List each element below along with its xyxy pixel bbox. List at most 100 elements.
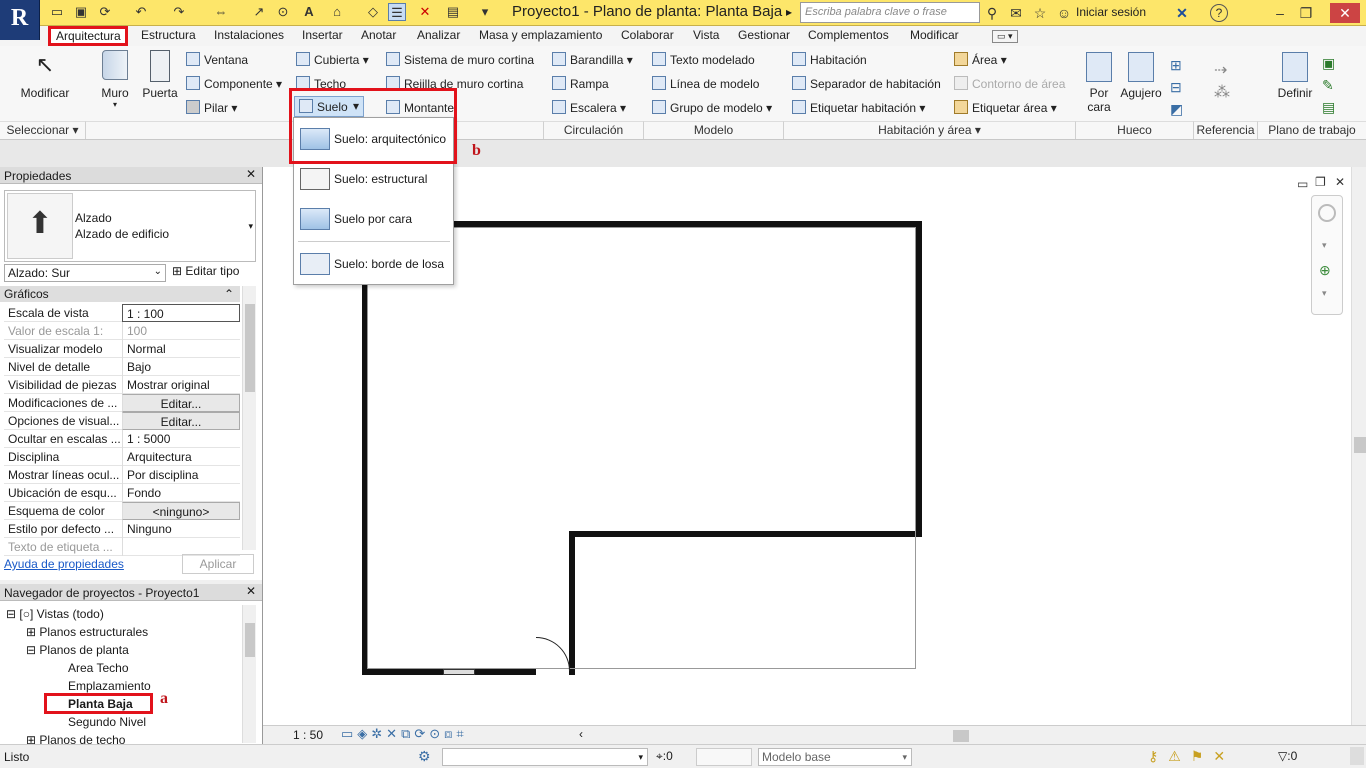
type-selector[interactable]: ⬆ Alzado Alzado de edificio ▾ bbox=[4, 190, 256, 262]
property-row[interactable]: Valor de escala 1: 100 bbox=[4, 322, 240, 340]
reference-tools-icons[interactable]: ⇢ ⁂ bbox=[1214, 60, 1230, 104]
properties-help-link[interactable]: Ayuda de propiedades bbox=[4, 557, 124, 571]
undo-icon[interactable]: ↶ bbox=[132, 3, 150, 21]
wall-right[interactable] bbox=[916, 221, 922, 537]
tag-room-button[interactable]: Etiquetar habitación ▾ bbox=[792, 100, 925, 115]
property-value[interactable]: Ninguno bbox=[122, 520, 240, 538]
search-expand-icon[interactable]: ▸ bbox=[786, 5, 792, 19]
tab-vista[interactable]: Vista bbox=[693, 28, 719, 42]
star-icon[interactable]: ☆ bbox=[1030, 3, 1050, 23]
design-option-select[interactable]: Modelo base ▾ bbox=[758, 748, 912, 766]
tree-node-structural-plans[interactable]: ⊞ Planos estructurales bbox=[26, 625, 148, 639]
binoculars-icon[interactable]: ⚲ bbox=[982, 3, 1002, 23]
model-group-button[interactable]: Grupo de modelo ▾ bbox=[652, 100, 772, 115]
qat-dropdown-icon[interactable]: ▾ bbox=[476, 3, 494, 21]
scroll-left-icon[interactable]: ‹ bbox=[579, 727, 583, 741]
application-menu-button[interactable]: R bbox=[0, 0, 40, 40]
tab-modificar[interactable]: Modificar bbox=[910, 28, 959, 42]
wall-dropdown-icon[interactable]: ▾ bbox=[96, 100, 134, 109]
collapse-node-icon[interactable]: ⊟ bbox=[26, 643, 36, 657]
tree-item-area-techo[interactable]: Area Techo bbox=[68, 661, 129, 675]
text-icon[interactable]: A bbox=[300, 3, 318, 21]
tab-gestionar[interactable]: Gestionar bbox=[738, 28, 790, 42]
design-option-icon[interactable] bbox=[696, 748, 752, 766]
property-value[interactable]: 1 : 5000 bbox=[122, 430, 240, 448]
close-properties-icon[interactable]: ✕ bbox=[246, 167, 256, 181]
zoom-icon[interactable]: ⊕ bbox=[1319, 262, 1331, 279]
property-row[interactable]: Ubicación de esqu... Fondo bbox=[4, 484, 240, 502]
set-workplane-button[interactable]: Definir bbox=[1272, 52, 1318, 100]
ribbon-toggle-icon[interactable]: ▭ ▾ bbox=[992, 30, 1018, 43]
browser-scrollbar[interactable] bbox=[242, 605, 256, 743]
property-row[interactable]: Esquema de color <ninguno> bbox=[4, 502, 240, 520]
tab-instalaciones[interactable]: Instalaciones bbox=[214, 28, 284, 42]
property-row[interactable]: Disciplina Arquitectura bbox=[4, 448, 240, 466]
properties-scrollbar[interactable] bbox=[242, 286, 256, 550]
property-value[interactable]: Arquitectura bbox=[122, 448, 240, 466]
workplane-tools-icons[interactable]: ▣ ✎ ▤ bbox=[1322, 52, 1335, 118]
tree-node-ceiling-plans[interactable]: ⊞ Planos de techo bbox=[26, 733, 125, 744]
property-row[interactable]: Ocultar en escalas ... 1 : 5000 bbox=[4, 430, 240, 448]
tag-area-button[interactable]: Etiquetar área ▾ bbox=[954, 100, 1057, 115]
property-value[interactable]: Bajo bbox=[122, 358, 240, 376]
model-line-button[interactable]: Línea de modelo bbox=[652, 76, 759, 91]
save-icon[interactable]: ▣ bbox=[72, 3, 90, 21]
tab-colaborar[interactable]: Colaborar bbox=[621, 28, 674, 42]
sign-in-link[interactable]: Iniciar sesión bbox=[1076, 5, 1146, 19]
tab-estructura[interactable]: Estructura bbox=[141, 28, 196, 42]
editable-only-toggle[interactable]: ⌖:0 bbox=[656, 749, 673, 764]
stair-button[interactable]: Escalera ▾ bbox=[552, 100, 626, 115]
expand-node-icon[interactable]: ⊞ bbox=[26, 625, 36, 639]
property-value[interactable]: Mostrar original bbox=[122, 376, 240, 394]
tree-item-emplazamiento[interactable]: Emplazamiento bbox=[68, 679, 151, 693]
room-separator-button[interactable]: Separador de habitación bbox=[792, 76, 941, 91]
tree-item-segundo-nivel[interactable]: Segundo Nivel bbox=[68, 715, 146, 729]
scroll-thumb[interactable] bbox=[1354, 437, 1366, 453]
window-opening[interactable] bbox=[443, 669, 475, 675]
menu-item-suelo-estructural[interactable]: Suelo: estructural bbox=[298, 162, 450, 196]
help-icon[interactable]: ? bbox=[1210, 4, 1228, 22]
thin-lines-icon[interactable]: ☰ bbox=[388, 3, 406, 21]
property-row[interactable]: Visualizar modelo Normal bbox=[4, 340, 240, 358]
steering-wheel-icon[interactable] bbox=[1318, 204, 1336, 222]
chevron-down-icon[interactable]: ▾ bbox=[1322, 288, 1327, 299]
tab-insertar[interactable]: Insertar bbox=[302, 28, 343, 42]
ramp-button[interactable]: Rampa bbox=[552, 76, 609, 91]
property-row[interactable]: Escala de vista 1 : 100 bbox=[4, 304, 240, 322]
view-controls-icons[interactable]: ▭◈✲✕⧉⟳⊙⧈⌗ bbox=[341, 726, 468, 742]
tab-complementos[interactable]: Complementos bbox=[808, 28, 889, 42]
instance-selector[interactable]: Alzado: Sur ⌄ bbox=[4, 264, 166, 282]
scale-label[interactable]: 1 : 50 bbox=[293, 728, 323, 742]
property-row[interactable]: Opciones de visual... Editar... bbox=[4, 412, 240, 430]
switch-windows-icon[interactable]: ▤ bbox=[444, 3, 462, 21]
close-browser-icon[interactable]: ✕ bbox=[246, 584, 256, 598]
property-edit-button[interactable]: <ninguno> bbox=[122, 502, 240, 520]
property-edit-button[interactable]: Editar... bbox=[122, 394, 240, 412]
chevron-down-icon[interactable]: ▾ bbox=[1322, 240, 1327, 251]
railing-button[interactable]: Barandilla ▾ bbox=[552, 52, 633, 67]
user-icon[interactable]: ☺ bbox=[1054, 3, 1074, 23]
property-value[interactable]: Fondo bbox=[122, 484, 240, 502]
tab-masa-emplazamiento[interactable]: Masa y emplazamiento bbox=[479, 28, 602, 42]
close-hidden-windows-icon[interactable]: ✕ bbox=[416, 3, 434, 21]
view-minimize-icon[interactable]: ▭ bbox=[1297, 177, 1308, 191]
shaft-opening-button[interactable]: Agujero bbox=[1118, 52, 1164, 100]
property-row[interactable]: Estilo por defecto ... Ninguno bbox=[4, 520, 240, 538]
menu-item-suelo-por-cara[interactable]: Suelo por cara bbox=[298, 202, 450, 236]
measure-icon[interactable]: ⇔ bbox=[212, 3, 230, 21]
property-value[interactable]: Por disciplina bbox=[122, 466, 240, 484]
apply-button[interactable]: Aplicar bbox=[182, 554, 254, 574]
filter-status[interactable]: ▽:0 bbox=[1278, 749, 1297, 763]
section-icon[interactable]: ◇ bbox=[364, 3, 382, 21]
model-text-button[interactable]: Texto modelado bbox=[652, 52, 755, 67]
edit-type-button[interactable]: ⊞ Editar tipo bbox=[172, 264, 239, 278]
expand-node-icon[interactable]: ⊞ bbox=[26, 733, 36, 744]
window-button[interactable]: Ventana bbox=[186, 52, 248, 67]
type-dropdown-icon[interactable]: ▾ bbox=[248, 221, 253, 232]
group-seleccionar[interactable]: Seleccionar ▾ bbox=[0, 121, 86, 139]
property-value[interactable]: 1 : 100 bbox=[122, 304, 240, 322]
menu-item-suelo-borde-losa[interactable]: Suelo: borde de losa bbox=[298, 247, 450, 281]
3d-view-icon[interactable]: ⌂ bbox=[328, 3, 346, 21]
roof-button[interactable]: Cubierta ▾ bbox=[296, 52, 369, 67]
tree-node-floor-plans[interactable]: ⊟ Planos de planta bbox=[26, 643, 129, 657]
